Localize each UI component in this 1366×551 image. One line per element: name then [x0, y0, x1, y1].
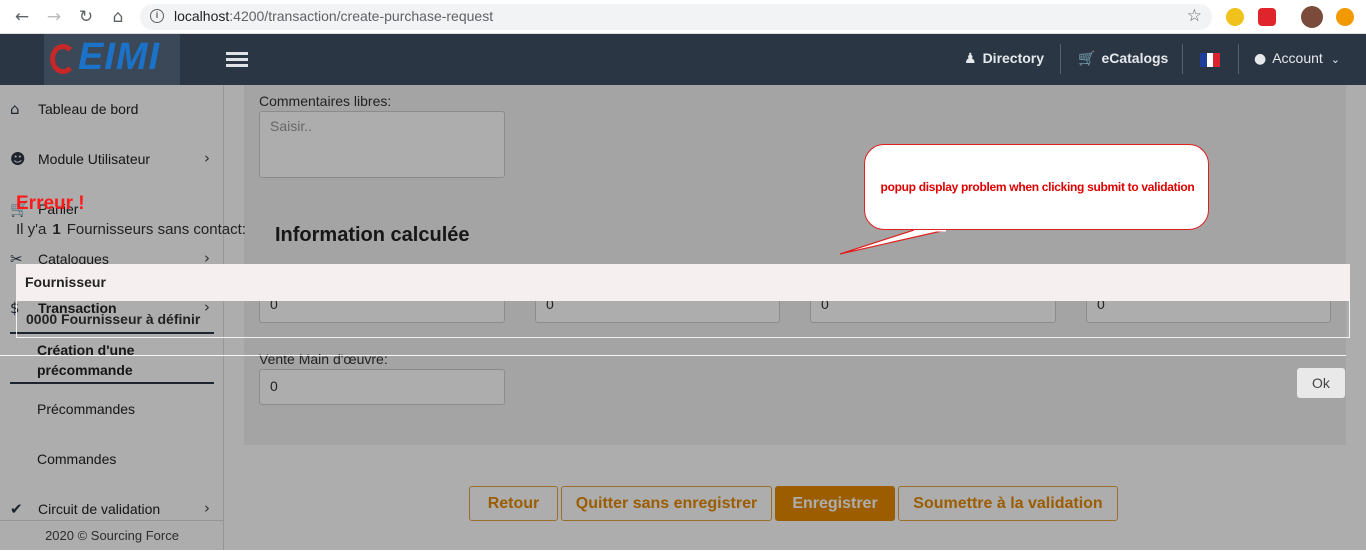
popup-error-message: Il y'a 1 Fournisseurs sans contact:	[16, 221, 246, 238]
forward-icon[interactable]: →	[42, 5, 66, 29]
popup-ok-button[interactable]: Ok	[1297, 368, 1345, 398]
popup-table-header: Fournisseur	[16, 264, 1350, 301]
chevron-down-icon: ⌄	[1330, 53, 1340, 66]
browser-toolbar: ← → ↻ ⌂ i localhost:4200/transaction/cre…	[0, 0, 1366, 34]
directory-link[interactable]: ♟ Directory	[964, 50, 1044, 67]
annotation-text: popup display problem when clicking subm…	[880, 180, 1195, 194]
reload-icon[interactable]: ↻	[74, 5, 98, 29]
cart-icon: 🛒	[1078, 51, 1096, 67]
menu-toggle-icon[interactable]	[226, 52, 248, 70]
ecatalogs-link[interactable]: 🛒 eCatalogs	[1078, 50, 1168, 67]
app-header: EIMI ♟ Directory 🛒 eCatalogs ● Account ⌄	[0, 34, 1366, 85]
bookmark-star-icon[interactable]: ☆	[1187, 6, 1202, 26]
back-icon[interactable]: ←	[10, 5, 34, 29]
extension-icon[interactable]	[1258, 8, 1276, 26]
popup-error-title: Erreur !	[16, 193, 85, 214]
account-menu[interactable]: ● Account ⌄	[1254, 50, 1340, 67]
language-flag-icon[interactable]	[1200, 53, 1221, 67]
logo-text: EIMI	[78, 36, 161, 78]
url-text[interactable]: localhost:4200/transaction/create-purcha…	[174, 8, 493, 24]
extension-icon[interactable]	[1226, 8, 1244, 26]
popup-divider	[0, 355, 1346, 356]
address-bar[interactable]: i localhost:4200/transaction/create-purc…	[140, 4, 1212, 30]
annotation-callout: popup display problem when clicking subm…	[864, 144, 1209, 230]
callout-tail	[839, 228, 947, 255]
profile-avatar[interactable]	[1301, 6, 1323, 28]
home-icon[interactable]: ⌂	[106, 5, 130, 29]
user-circle-icon: ●	[1254, 51, 1267, 67]
directory-icon: ♟	[964, 51, 977, 67]
update-alert-icon[interactable]	[1336, 8, 1354, 26]
info-icon[interactable]: i	[150, 9, 164, 23]
logo-swoosh-icon	[50, 44, 76, 74]
logo[interactable]: EIMI	[44, 34, 180, 85]
popup-table-row: 0000 Fournisseur à définir	[16, 301, 1350, 338]
